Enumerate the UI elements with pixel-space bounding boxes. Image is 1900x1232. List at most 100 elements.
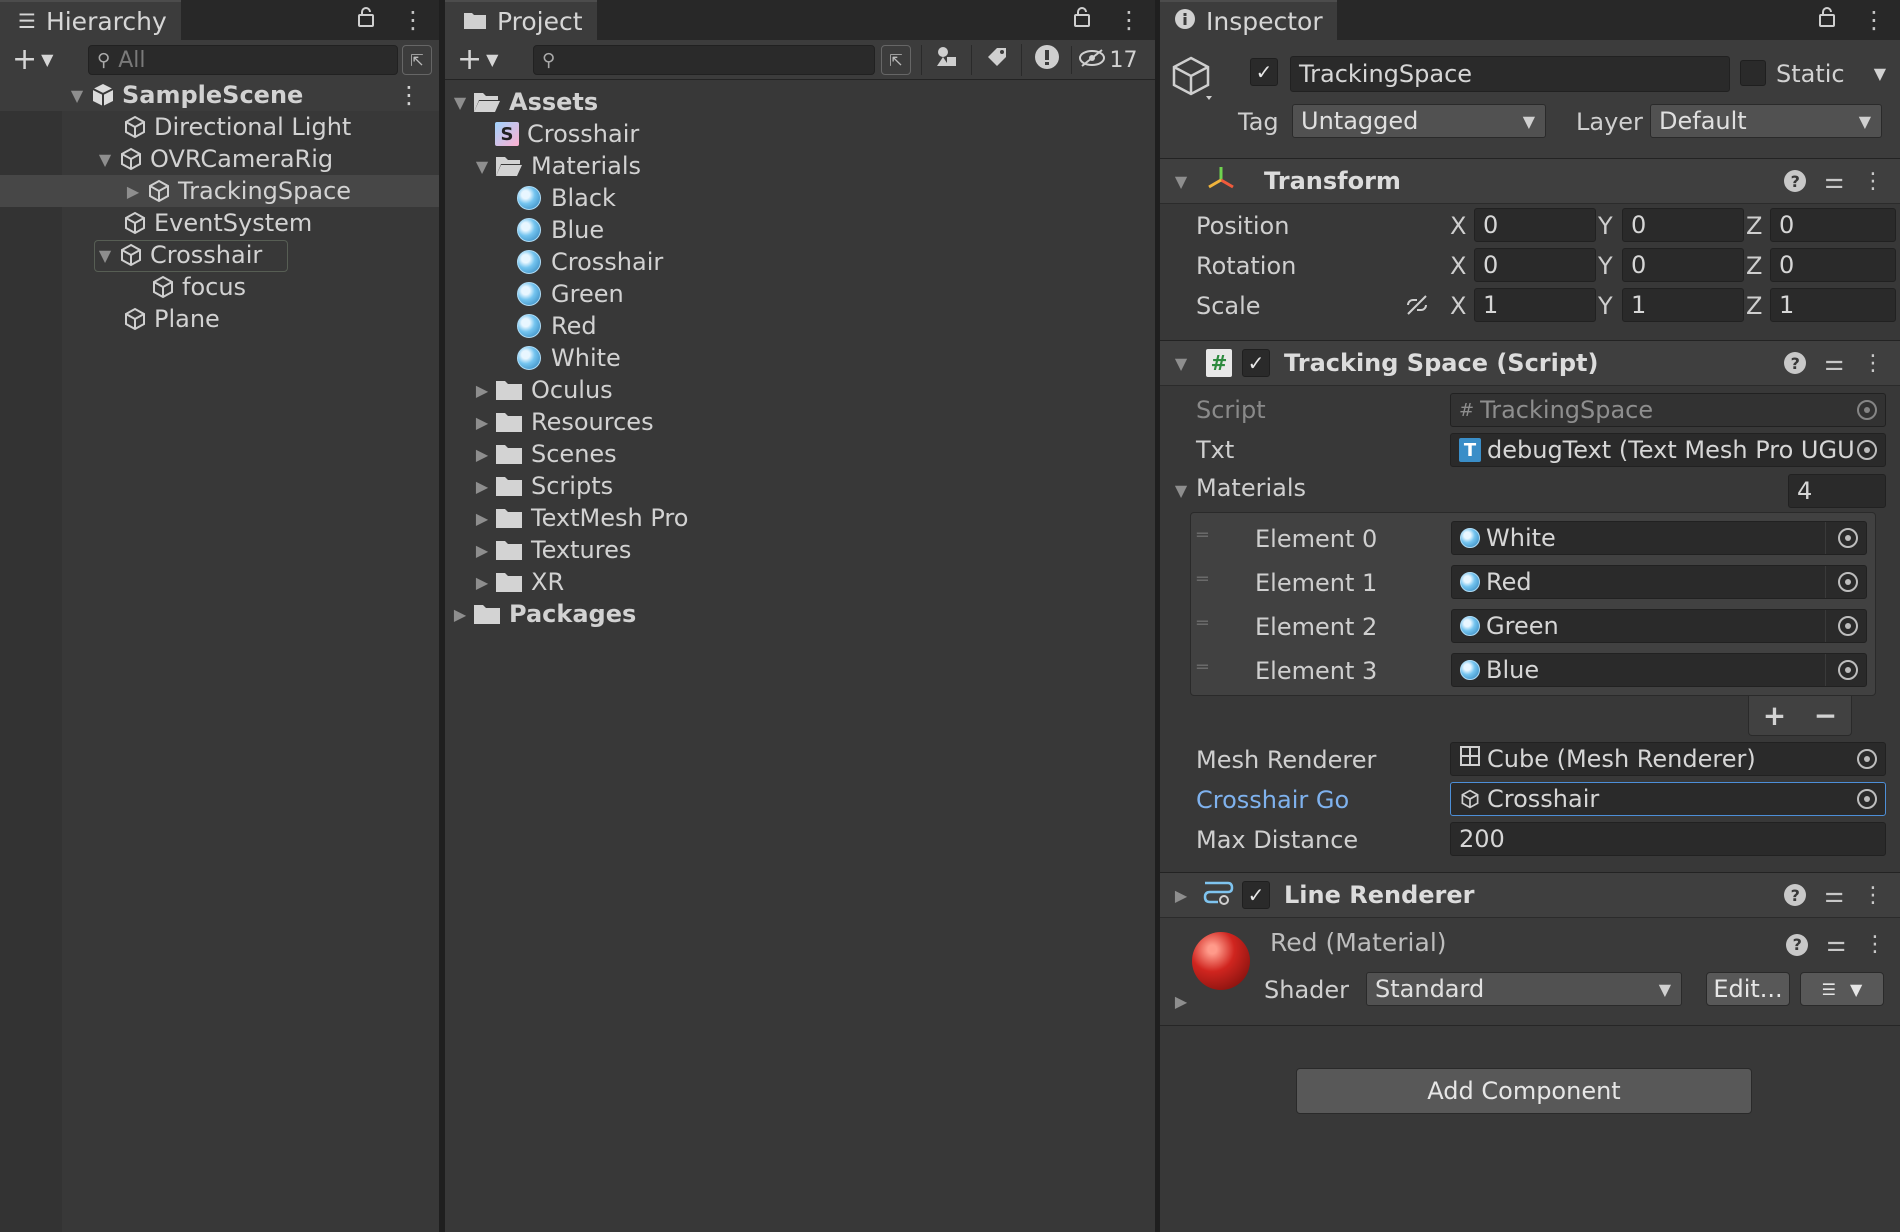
static-dropdown-icon[interactable]: ▼: [1874, 64, 1886, 83]
expand-arrow-icon[interactable]: ▼: [96, 246, 114, 265]
kebab-menu-icon[interactable]: ⋮: [397, 81, 421, 109]
scale-z-input[interactable]: 1: [1770, 288, 1896, 322]
tag-dropdown[interactable]: Untagged ▼: [1292, 104, 1546, 138]
project-item-material-green[interactable]: Green: [445, 278, 1155, 310]
shader-options-button[interactable]: ☰ ▼: [1800, 972, 1884, 1006]
constrain-proportions-icon[interactable]: [1404, 294, 1430, 322]
inspector-tab[interactable]: Inspector: [1160, 0, 1337, 40]
project-item-material-black[interactable]: Black: [445, 182, 1155, 214]
expand-arrow-icon[interactable]: ▶: [473, 381, 491, 400]
edit-shader-button[interactable]: Edit...: [1706, 972, 1790, 1006]
hierarchy-item-ovrcamerarig[interactable]: ▼ OVRCameraRig: [0, 143, 439, 175]
project-item-resources-folder[interactable]: ▶ Resources: [445, 406, 1155, 438]
lock-icon[interactable]: [1073, 6, 1091, 34]
fold-arrow-icon[interactable]: ▼: [1172, 354, 1190, 373]
materials-size-input[interactable]: 4: [1788, 474, 1886, 508]
expand-arrow-icon[interactable]: ▶: [473, 509, 491, 528]
project-item-assets-folder[interactable]: ▼ Assets: [445, 86, 1155, 118]
position-z-input[interactable]: 0: [1770, 208, 1896, 242]
expand-arrow-icon[interactable]: ▶: [473, 413, 491, 432]
element-0-material-field[interactable]: White: [1451, 521, 1867, 555]
fold-arrow-icon[interactable]: ▼: [1172, 481, 1190, 500]
create-dropdown-button[interactable]: + ▼: [0, 42, 82, 77]
project-item-packages-folder[interactable]: ▶ Packages: [445, 598, 1155, 630]
add-component-button[interactable]: Add Component: [1296, 1068, 1752, 1114]
hierarchy-item-directional-light[interactable]: Directional Light: [0, 111, 439, 143]
hierarchy-search-input[interactable]: ⚲ All: [88, 45, 398, 75]
hierarchy-item-focus[interactable]: focus: [0, 271, 439, 303]
expand-arrow-icon[interactable]: ▶: [451, 605, 469, 624]
project-item-material-blue[interactable]: Blue: [445, 214, 1155, 246]
hierarchy-item-eventsystem[interactable]: EventSystem: [0, 207, 439, 239]
project-item-oculus-folder[interactable]: ▶ Oculus: [445, 374, 1155, 406]
lock-icon[interactable]: [1818, 6, 1836, 34]
create-dropdown-button[interactable]: + ▼: [445, 42, 527, 77]
object-picker-icon[interactable]: [1838, 528, 1858, 548]
hierarchy-item-trackingspace[interactable]: ▶ TrackingSpace: [0, 175, 439, 207]
project-item-material-red[interactable]: Red: [445, 310, 1155, 342]
object-name-input[interactable]: TrackingSpace: [1290, 56, 1730, 92]
line-renderer-enabled-checkbox[interactable]: ✓: [1242, 881, 1270, 909]
fold-arrow-icon[interactable]: ▶: [1172, 992, 1190, 1011]
object-picker-icon[interactable]: [1857, 789, 1877, 809]
kebab-menu-icon[interactable]: ⋮: [1117, 6, 1141, 34]
expand-arrow-icon[interactable]: ▶: [473, 445, 491, 464]
project-item-scripts-folder[interactable]: ▶ Scripts: [445, 470, 1155, 502]
expand-arrow-icon[interactable]: ▼: [473, 157, 491, 176]
line-renderer-header[interactable]: ▶ ✓ Line Renderer ? ⚌ ⋮: [1160, 872, 1900, 918]
rotation-y-input[interactable]: 0: [1622, 248, 1744, 282]
expand-arrow-icon[interactable]: ▼: [96, 150, 114, 169]
preset-sliders-icon[interactable]: ⚌: [1826, 932, 1846, 957]
transform-header[interactable]: ▼ Transform ? ⚌ ⋮: [1160, 158, 1900, 204]
preset-sliders-icon[interactable]: ⚌: [1824, 883, 1844, 908]
lock-icon[interactable]: [357, 6, 375, 34]
help-icon[interactable]: ?: [1784, 884, 1807, 906]
active-checkbox[interactable]: ✓: [1250, 58, 1278, 86]
project-item-scenes-folder[interactable]: ▶ Scenes: [445, 438, 1155, 470]
drag-handle-icon[interactable]: ═: [1197, 525, 1208, 546]
element-2-material-field[interactable]: Green: [1451, 609, 1867, 643]
kebab-menu-icon[interactable]: ⋮: [1862, 6, 1886, 34]
gameobject-cube-icon[interactable]: [1170, 54, 1216, 106]
drag-handle-icon[interactable]: ═: [1197, 657, 1208, 678]
preset-sliders-icon[interactable]: ⚌: [1824, 169, 1844, 194]
expand-arrow-icon[interactable]: ▼: [68, 86, 86, 105]
project-item-material-crosshair[interactable]: Crosshair: [445, 246, 1155, 278]
rotation-x-input[interactable]: 0: [1474, 248, 1596, 282]
project-item-crosshair-shader[interactable]: S Crosshair: [445, 118, 1155, 150]
warning-filter-icon[interactable]: [1021, 44, 1071, 76]
fold-arrow-icon[interactable]: ▶: [1172, 886, 1190, 905]
drag-handle-icon[interactable]: ═: [1197, 613, 1208, 634]
hidden-packages-toggle[interactable]: 17: [1071, 46, 1143, 74]
project-search-input[interactable]: ⚲: [533, 45, 875, 75]
crosshair-go-field[interactable]: Crosshair: [1450, 782, 1886, 816]
object-picker-icon[interactable]: [1857, 749, 1877, 769]
project-tab[interactable]: Project: [445, 0, 597, 40]
scale-x-input[interactable]: 1: [1474, 288, 1596, 322]
project-item-material-white[interactable]: White: [445, 342, 1155, 374]
project-item-materials-folder[interactable]: ▼ Materials: [445, 150, 1155, 182]
object-picker-icon[interactable]: [1838, 660, 1858, 680]
hierarchy-tab[interactable]: ☰ Hierarchy: [0, 0, 181, 40]
expand-arrow-icon[interactable]: ▼: [451, 93, 469, 112]
hierarchy-item-samplescene[interactable]: ▼ SampleScene ⋮: [0, 79, 439, 111]
scale-y-input[interactable]: 1: [1622, 288, 1744, 322]
hierarchy-item-crosshair[interactable]: ▼ Crosshair: [0, 239, 439, 271]
kebab-menu-icon[interactable]: ⋮: [401, 6, 425, 34]
drag-handle-icon[interactable]: ═: [1197, 569, 1208, 590]
kebab-menu-icon[interactable]: ⋮: [1862, 169, 1884, 194]
project-item-textmesh-pro-folder[interactable]: ▶ TextMesh Pro: [445, 502, 1155, 534]
object-picker-icon[interactable]: [1857, 440, 1877, 460]
search-mode-icon[interactable]: ⇱: [402, 45, 432, 75]
script-header[interactable]: ▼ # ✓ Tracking Space (Script) ? ⚌ ⋮: [1160, 340, 1900, 386]
add-element-button[interactable]: +: [1763, 699, 1786, 732]
txt-object-field[interactable]: T debugText (Text Mesh Pro UGU: [1450, 433, 1886, 467]
fold-arrow-icon[interactable]: ▼: [1172, 172, 1190, 191]
help-icon[interactable]: ?: [1784, 352, 1807, 374]
remove-element-button[interactable]: −: [1814, 699, 1837, 732]
project-item-textures-folder[interactable]: ▶ Textures: [445, 534, 1155, 566]
script-enabled-checkbox[interactable]: ✓: [1242, 349, 1270, 377]
shader-dropdown[interactable]: Standard ▼: [1366, 972, 1682, 1006]
filter-by-type-icon[interactable]: [921, 45, 971, 75]
max-distance-input[interactable]: 200: [1450, 822, 1886, 856]
